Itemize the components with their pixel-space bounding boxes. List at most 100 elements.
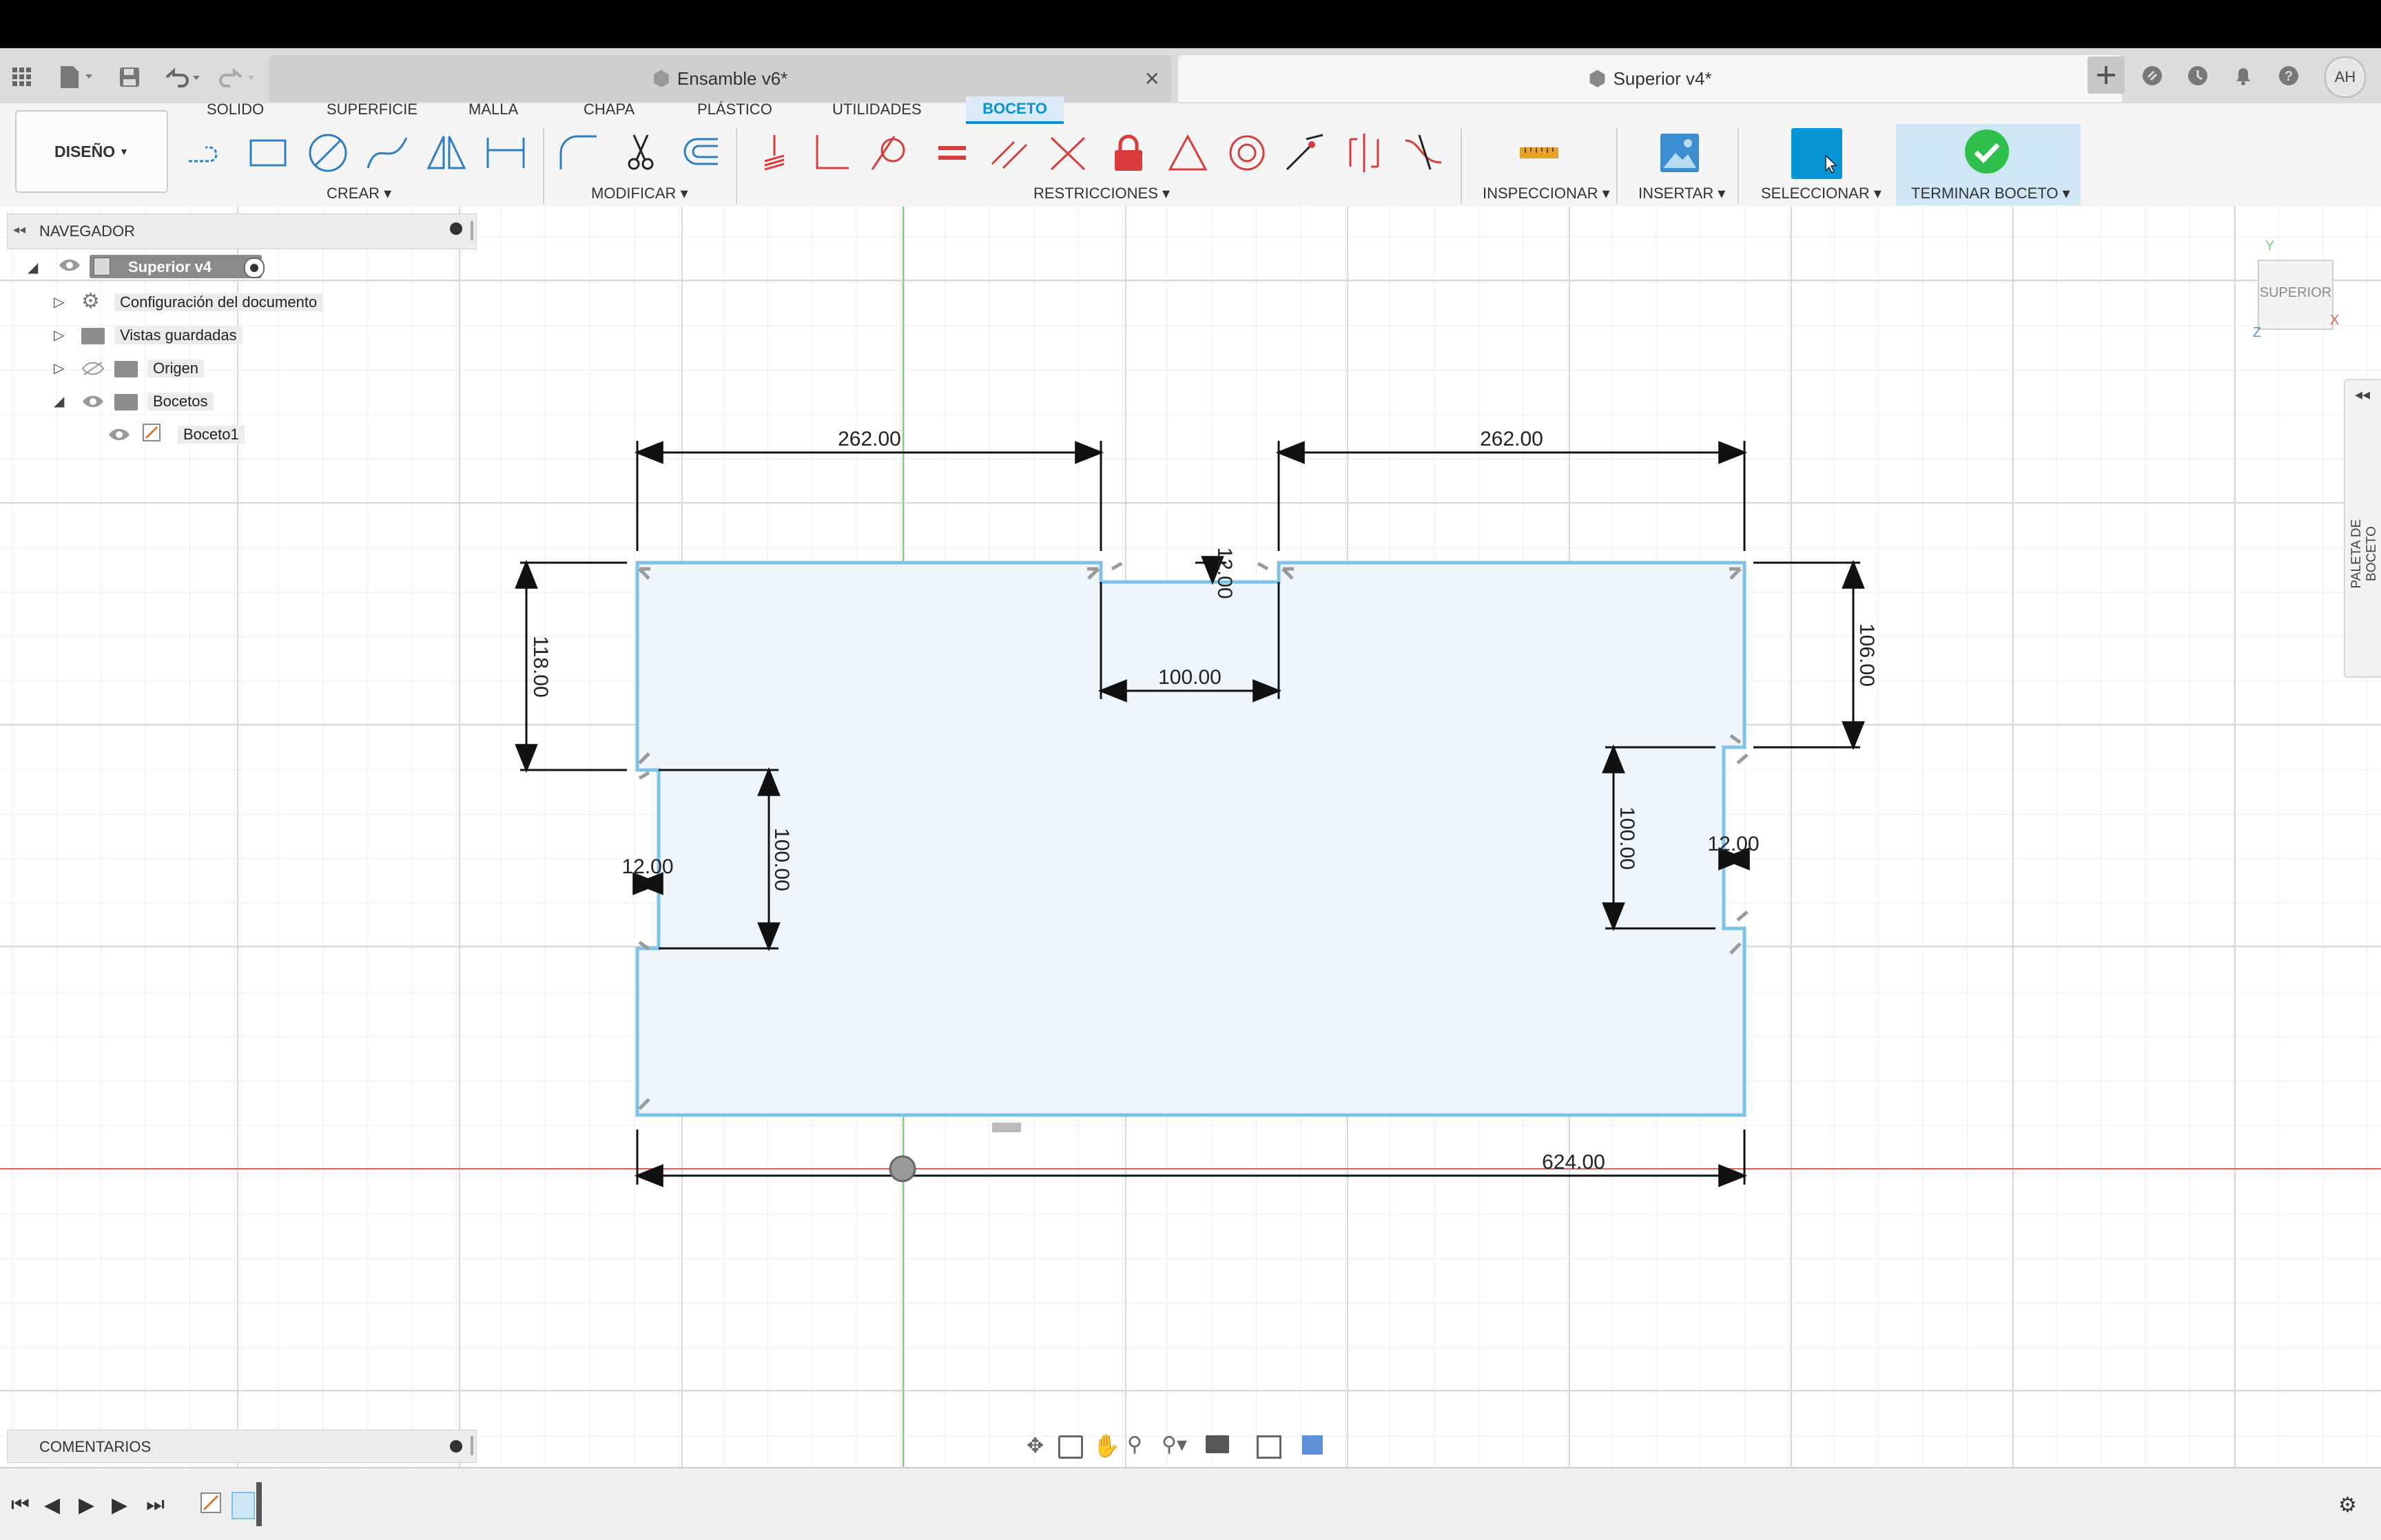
dim-right-notch-height[interactable]: 100.00 [1616, 807, 1638, 870]
visibility-eye-icon[interactable] [81, 394, 105, 408]
timeline-feature-icon[interactable] [231, 1492, 255, 1519]
concentric-constraint-icon[interactable] [1224, 129, 1270, 176]
workspace-switcher[interactable]: DISEÑO ▼ [15, 110, 168, 193]
dim-notch-depth[interactable]: 12.00 [1213, 547, 1236, 599]
origin-point[interactable] [889, 1155, 916, 1183]
go-to-end-icon[interactable]: ⏭ [146, 1493, 165, 1517]
comments-panel[interactable]: COMENTARIOS [7, 1430, 477, 1463]
dim-left-offset[interactable]: 118.00 [529, 636, 552, 698]
dimension-tool-icon[interactable] [482, 129, 529, 176]
seleccionar-menu[interactable]: SELECCIONAR ▾ [1761, 185, 1882, 202]
root-component-chip[interactable]: Superior v4 [90, 255, 262, 278]
orbit-icon[interactable]: ✥ [1027, 1434, 1044, 1458]
go-to-start-icon[interactable]: ⏮ [11, 1493, 30, 1517]
panel-resize-handle[interactable] [471, 221, 473, 240]
curvature-constraint-icon[interactable] [1400, 129, 1447, 176]
pin-icon[interactable] [450, 1440, 462, 1453]
collapse-toggle-icon[interactable]: ◢ [54, 393, 64, 410]
parallel-constraint-icon[interactable] [987, 129, 1033, 176]
restricciones-menu[interactable]: RESTRICCIONES ▾ [1033, 185, 1170, 202]
mirror-tool-icon[interactable] [423, 129, 470, 176]
spline-tool-icon[interactable] [364, 129, 411, 176]
dim-right-notch-depth[interactable]: 12.00 [1707, 833, 1759, 855]
visibility-eye-icon[interactable] [107, 427, 131, 441]
redo-icon[interactable] [214, 61, 262, 94]
measure-ruler-icon[interactable] [1516, 129, 1563, 176]
display-settings-icon[interactable] [1206, 1435, 1229, 1453]
dim-notch-width[interactable]: 100.00 [1158, 666, 1222, 689]
hidden-eye-icon[interactable] [81, 361, 105, 375]
sketch-palette-tab[interactable]: ◂◂ PALETA DE BOCETO [2344, 379, 2381, 678]
coincident-point-icon[interactable] [1281, 129, 1328, 176]
expand-toggle-icon[interactable]: ▷ [54, 360, 64, 377]
new-tab-button[interactable] [2088, 56, 2125, 94]
activate-radio-icon[interactable] [244, 258, 265, 278]
tree-item-origin[interactable]: ▷ Origen [25, 354, 369, 382]
insert-image-icon[interactable] [1656, 129, 1703, 176]
line-tool-icon[interactable] [185, 129, 231, 176]
undo-icon[interactable] [158, 61, 207, 94]
tab-malla[interactable]: MALLA [468, 101, 518, 118]
expand-arrows-icon[interactable]: ◂◂ [2355, 386, 2370, 404]
tab-plastico[interactable]: PLÁSTICO [697, 101, 772, 118]
save-icon[interactable] [113, 61, 146, 94]
equal-constraint-icon[interactable] [929, 129, 976, 176]
crear-menu[interactable]: CREAR ▾ [327, 185, 391, 202]
viewcube[interactable]: SUPERIOR Y X Z [2253, 238, 2339, 340]
fix-lock-icon[interactable] [1105, 129, 1152, 176]
expand-toggle-icon[interactable]: ◢ [28, 259, 38, 276]
dim-right-offset[interactable]: 106.00 [1855, 623, 1878, 687]
offset-tool-icon[interactable] [677, 129, 723, 176]
midpoint-constraint-icon[interactable] [1164, 129, 1211, 176]
trim-scissors-icon[interactable] [617, 129, 664, 176]
tab-solido[interactable]: SOLIDO [207, 101, 264, 118]
timeline-settings-gear-icon[interactable]: ⚙ [2338, 1493, 2357, 1517]
pan-hand-icon[interactable]: ✋ [1093, 1433, 1120, 1459]
tree-item-sketch1[interactable]: Boceto1 [25, 420, 369, 448]
zoom-window-icon[interactable]: ⚲▾ [1162, 1433, 1187, 1457]
tab-boceto[interactable]: BOCETO [966, 96, 1064, 124]
visibility-eye-icon[interactable] [58, 258, 81, 271]
fillet-tool-icon[interactable] [555, 129, 602, 176]
finish-sketch-button[interactable]: TERMINAR BOCETO ▾ [1896, 124, 2081, 205]
expand-toggle-icon[interactable]: ▷ [54, 326, 64, 344]
file-menu-icon[interactable] [55, 61, 96, 94]
tab-utilidades[interactable]: UTILIDADES [832, 101, 922, 118]
user-avatar[interactable]: AH [2325, 56, 2366, 98]
notifications-icon[interactable] [2227, 59, 2260, 92]
tree-item-sketches[interactable]: ◢ Bocetos [25, 387, 369, 415]
tree-item-saved-views[interactable]: ▷ Vistas guardadas [25, 321, 369, 348]
tree-item-doc-settings[interactable]: ▷ ⚙ Configuración del documento [25, 288, 369, 315]
symmetry-constraint-icon[interactable] [1341, 129, 1388, 176]
modificar-menu[interactable]: MODIFICAR ▾ [591, 185, 688, 202]
dim-top-left-width[interactable]: 262.00 [838, 428, 901, 450]
play-icon[interactable]: ▶ [79, 1493, 94, 1517]
help-icon[interactable]: ? [2272, 59, 2305, 92]
expand-toggle-icon[interactable]: ▷ [54, 293, 64, 311]
collapse-panel-icon[interactable]: ◂◂ [13, 222, 25, 237]
perpendicular-constraint-icon[interactable] [809, 129, 856, 176]
job-status-icon[interactable] [2181, 59, 2214, 92]
viewports-icon[interactable] [1302, 1435, 1323, 1455]
timeline-marker[interactable] [256, 1482, 262, 1526]
select-tool-button[interactable] [1791, 128, 1842, 179]
dim-top-right-width[interactable]: 262.00 [1480, 428, 1543, 450]
dim-left-notch-height[interactable]: 100.00 [770, 828, 793, 891]
look-at-icon[interactable] [1058, 1435, 1083, 1459]
close-icon[interactable]: ✕ [1144, 67, 1160, 90]
rectangle-tool-icon[interactable] [245, 129, 292, 176]
step-back-icon[interactable]: ◀ [44, 1493, 60, 1517]
extensions-icon[interactable] [2136, 59, 2169, 92]
dim-left-notch-depth[interactable]: 12.00 [621, 855, 673, 878]
collinear-constraint-icon[interactable] [1044, 129, 1091, 176]
tab-superior[interactable]: ⬢ Superior v4* ✕ [1178, 55, 2122, 102]
panel-resize-handle[interactable] [471, 1436, 473, 1455]
zoom-icon[interactable]: ⚲ [1127, 1433, 1142, 1457]
pin-icon[interactable] [450, 222, 462, 235]
circle-tool-icon[interactable] [305, 129, 351, 176]
timeline-sketch-icon[interactable] [200, 1492, 225, 1517]
app-grid-icon[interactable] [6, 61, 39, 94]
grid-settings-icon[interactable] [1257, 1435, 1281, 1459]
insertar-menu[interactable]: INSERTAR ▾ [1638, 185, 1725, 202]
tab-superficie[interactable]: SUPERFICIE [327, 101, 418, 118]
